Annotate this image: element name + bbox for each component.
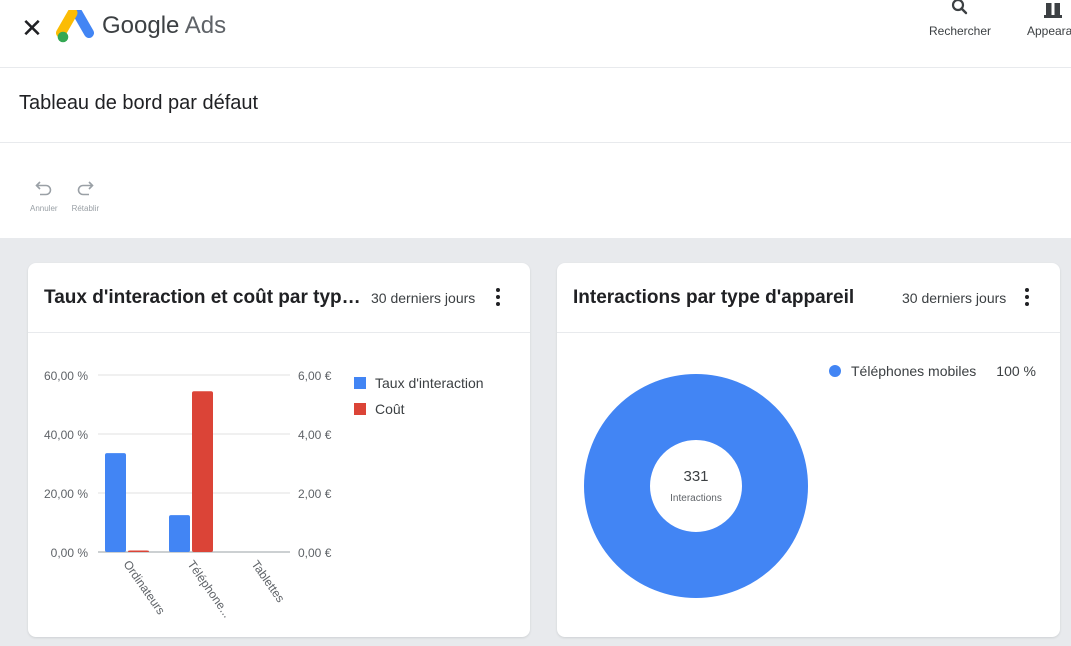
divider (0, 67, 1071, 68)
y-left-tick-label: 60,00 % (44, 369, 88, 383)
appearance-button[interactable]: Appearan (1013, 0, 1071, 38)
legend-swatch (354, 377, 366, 389)
date-range-label[interactable]: 30 derniers jours (902, 290, 1006, 306)
bar-interaction-rate (105, 453, 126, 552)
y-right-tick-label: 6,00 € (298, 369, 332, 383)
legend-item-interaction-rate: Taux d'interaction (354, 375, 484, 391)
google-ads-logo (56, 10, 94, 43)
more-options-icon[interactable] (1019, 285, 1035, 309)
legend-swatch (354, 403, 366, 415)
legend-label: Taux d'interaction (375, 375, 484, 391)
undo-redo-group: Annuler Rétablir (30, 178, 99, 213)
bar-interaction-rate (169, 515, 190, 552)
legend-label: Coût (375, 401, 405, 417)
divider (0, 142, 1071, 143)
y-right-tick-label: 0,00 € (298, 546, 332, 560)
page-title: Tableau de bord par défaut (19, 92, 259, 114)
y-left-tick-label: 40,00 % (44, 428, 88, 442)
redo-button[interactable]: Rétablir (71, 178, 100, 213)
bar-cost (192, 391, 213, 552)
chart-card-interactions-device: Interactions par type d'appareil 30 dern… (557, 263, 1060, 637)
top-bar: ✕ Google Ads Rechercher Appearan (0, 0, 1071, 60)
legend-item-cost: Coût (354, 401, 405, 417)
undo-icon (35, 181, 52, 196)
x-tick-label: Ordinateurs (121, 558, 168, 617)
search-label: Rechercher (928, 24, 992, 38)
brand-name: Google Ads (102, 12, 226, 40)
chart-card-interaction-cost: Taux d'interaction et coût par type d'ap… (28, 263, 530, 637)
date-range-label[interactable]: 30 derniers jours (371, 290, 475, 306)
appearance-label: Appearan (1026, 24, 1071, 38)
redo-label: Rétablir (71, 204, 100, 213)
search-button[interactable]: Rechercher (922, 0, 998, 38)
donut-center-label: Interactions (670, 493, 722, 504)
donut-center-value: 331 (683, 468, 708, 485)
legend-label: Téléphones mobiles (851, 363, 977, 379)
x-tick-label: Téléphone... (185, 558, 235, 621)
card-header: Taux d'interaction et coût par type d'ap… (28, 263, 530, 333)
y-right-tick-label: 4,00 € (298, 428, 332, 442)
brand-google: Google (102, 12, 180, 39)
card-header: Interactions par type d'appareil 30 dern… (557, 263, 1060, 333)
search-icon (951, 0, 968, 15)
legend-swatch (829, 365, 841, 377)
donut-slice (584, 374, 808, 598)
more-options-icon[interactable] (490, 285, 506, 309)
legend-item-mobile: Téléphones mobiles 100 % (829, 363, 1036, 379)
undo-button[interactable]: Annuler (30, 178, 58, 213)
legend-value: 100 % (996, 363, 1036, 379)
undo-label: Annuler (30, 204, 58, 213)
y-right-tick-label: 2,00 € (298, 487, 332, 501)
redo-icon (78, 181, 94, 196)
x-tick-label: Tablettes (249, 558, 288, 605)
y-left-tick-label: 0,00 % (51, 546, 89, 560)
bar-cost (128, 550, 149, 553)
y-left-tick-label: 20,00 % (44, 487, 88, 501)
appearance-icon (1044, 3, 1062, 18)
card-title: Taux d'interaction et coût par type d'ap… (44, 287, 368, 308)
close-icon[interactable]: ✕ (20, 13, 44, 43)
brand-ads: Ads (184, 12, 227, 39)
card-title: Interactions par type d'appareil (573, 287, 855, 308)
